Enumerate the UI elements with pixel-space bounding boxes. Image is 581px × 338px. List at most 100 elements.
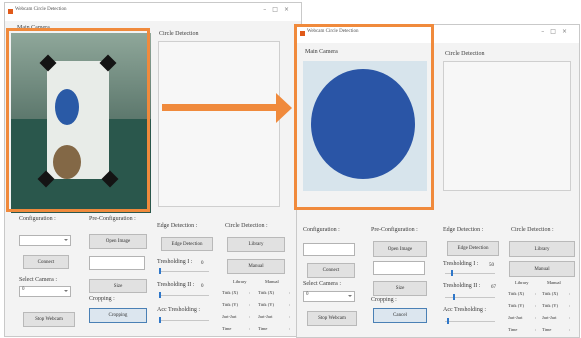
connect-button[interactable]: Connect	[23, 255, 69, 269]
cancel-button[interactable]: Cancel	[373, 308, 427, 323]
threshold1-value: 0	[201, 261, 204, 266]
library-button[interactable]: Library	[227, 237, 285, 252]
stop-webcam-button[interactable]: Stop Webcam	[307, 311, 357, 326]
table-cell: :	[289, 290, 291, 295]
table-cell: Time	[258, 326, 268, 331]
threshold1-label: Tresholding I :	[157, 259, 193, 265]
highlight-box-source	[6, 28, 150, 212]
table-cell: :	[249, 302, 251, 307]
acc-threshold-label: Acc Tresholding :	[157, 307, 201, 313]
size-input[interactable]	[89, 256, 145, 270]
table-cell: :	[289, 326, 291, 331]
table-cell: :	[249, 314, 251, 319]
acc-threshold-label: Acc Tresholding :	[443, 307, 487, 313]
edge-detection-label: Edge Detection :	[443, 227, 484, 233]
table-cell: Time	[222, 326, 232, 331]
select-camera-label: Select Camera :	[303, 281, 341, 287]
camera-select[interactable]: 0	[303, 291, 355, 302]
threshold2-label: Tresholding II :	[157, 282, 195, 288]
manual-button[interactable]: Manual	[227, 259, 285, 274]
cropping-label: Cropping :	[89, 296, 115, 302]
size-input[interactable]	[373, 261, 425, 275]
table-cell: Titik (X)	[542, 291, 558, 296]
table-cell: :	[249, 290, 251, 295]
table-cell: :	[569, 303, 571, 308]
open-image-button[interactable]: Open Image	[373, 241, 427, 257]
window-controls[interactable]: –□×	[541, 28, 573, 35]
window-title: Webcam Circle Detection	[15, 7, 67, 12]
circle-detection-view	[443, 61, 571, 191]
circle-detection-label: Circle Detection :	[511, 227, 554, 233]
stop-webcam-button[interactable]: Stop Webcam	[23, 312, 75, 327]
edge-detection-label: Edge Detection :	[157, 223, 198, 229]
threshold2-slider[interactable]	[159, 292, 161, 298]
cropping-button[interactable]: Cropping	[89, 308, 147, 323]
threshold1-value: 50	[489, 263, 494, 268]
configuration-label: Configuration :	[303, 227, 340, 233]
table-cell: :	[569, 315, 571, 320]
table-cell: :	[289, 314, 291, 319]
circle-detection-label: Circle Detection :	[225, 223, 268, 229]
acc-threshold-track	[159, 320, 209, 321]
table-cell: Titik (X)	[508, 291, 524, 296]
table-cell: Jari-Jari	[542, 315, 557, 320]
circle-detection-view	[158, 41, 280, 207]
configuration-label: Configuration :	[19, 216, 56, 222]
circle-detection-title: Circle Detection	[159, 31, 199, 37]
table-header: Manual	[265, 279, 279, 284]
table-header: Library	[233, 279, 247, 284]
table-cell: Jari-Jari	[222, 314, 237, 319]
table-cell: :	[289, 302, 291, 307]
table-cell: Titik (X)	[258, 290, 274, 295]
size-button[interactable]: Size	[373, 281, 427, 296]
table-cell: Titik (Y)	[508, 303, 524, 308]
threshold2-value: 0	[201, 284, 204, 289]
highlight-box-result	[294, 24, 434, 210]
circle-detection-title: Circle Detection	[445, 51, 485, 57]
table-cell: Time	[542, 327, 552, 332]
table-cell: Time	[508, 327, 518, 332]
threshold2-label: Tresholding II :	[443, 283, 481, 289]
acc-threshold-slider[interactable]	[159, 317, 161, 323]
threshold1-slider[interactable]	[159, 268, 161, 274]
table-cell: :	[569, 327, 571, 332]
size-button[interactable]: Size	[89, 279, 147, 293]
table-cell: Titik (Y)	[258, 302, 274, 307]
camera-select[interactable]: 0	[19, 286, 71, 297]
edge-detection-button[interactable]: Edge Detection	[161, 237, 213, 251]
connect-button[interactable]: Connect	[307, 263, 355, 278]
window-controls[interactable]: –□×	[263, 6, 295, 13]
threshold2-track	[159, 295, 209, 296]
acc-threshold-slider[interactable]	[447, 318, 449, 324]
table-cell: :	[535, 315, 537, 320]
table-cell: Jari-Jari	[508, 315, 523, 320]
cropping-label: Cropping :	[371, 297, 397, 303]
table-cell: :	[535, 303, 537, 308]
edge-detection-button[interactable]: Edge Detection	[447, 241, 499, 256]
open-image-button[interactable]: Open Image	[89, 234, 147, 249]
threshold1-slider[interactable]	[451, 270, 453, 276]
table-cell: :	[535, 291, 537, 296]
pre-configuration-label: Pre-Configuration :	[371, 227, 418, 233]
acc-threshold-track	[445, 321, 495, 322]
table-header: Library	[515, 280, 529, 285]
threshold2-value: 67	[491, 285, 496, 290]
threshold2-slider[interactable]	[453, 294, 455, 300]
table-cell: Titik (X)	[222, 290, 238, 295]
arrow-shaft	[162, 104, 276, 111]
select-camera-label: Select Camera :	[19, 277, 57, 283]
manual-button[interactable]: Manual	[509, 261, 575, 277]
table-header: Manual	[547, 280, 561, 285]
app-icon	[8, 9, 13, 14]
title-bar: Webcam Circle Detection –□×	[5, 3, 301, 21]
table-cell: Jari-Jari	[258, 314, 273, 319]
library-button[interactable]: Library	[509, 241, 575, 257]
device-combo[interactable]	[19, 235, 71, 246]
table-cell: :	[569, 291, 571, 296]
arrow-right-icon	[276, 93, 292, 123]
table-cell: :	[535, 327, 537, 332]
pre-configuration-label: Pre-Configuration :	[89, 216, 136, 222]
device-input[interactable]	[303, 243, 355, 256]
table-cell: :	[249, 326, 251, 331]
table-cell: Titik (Y)	[542, 303, 558, 308]
